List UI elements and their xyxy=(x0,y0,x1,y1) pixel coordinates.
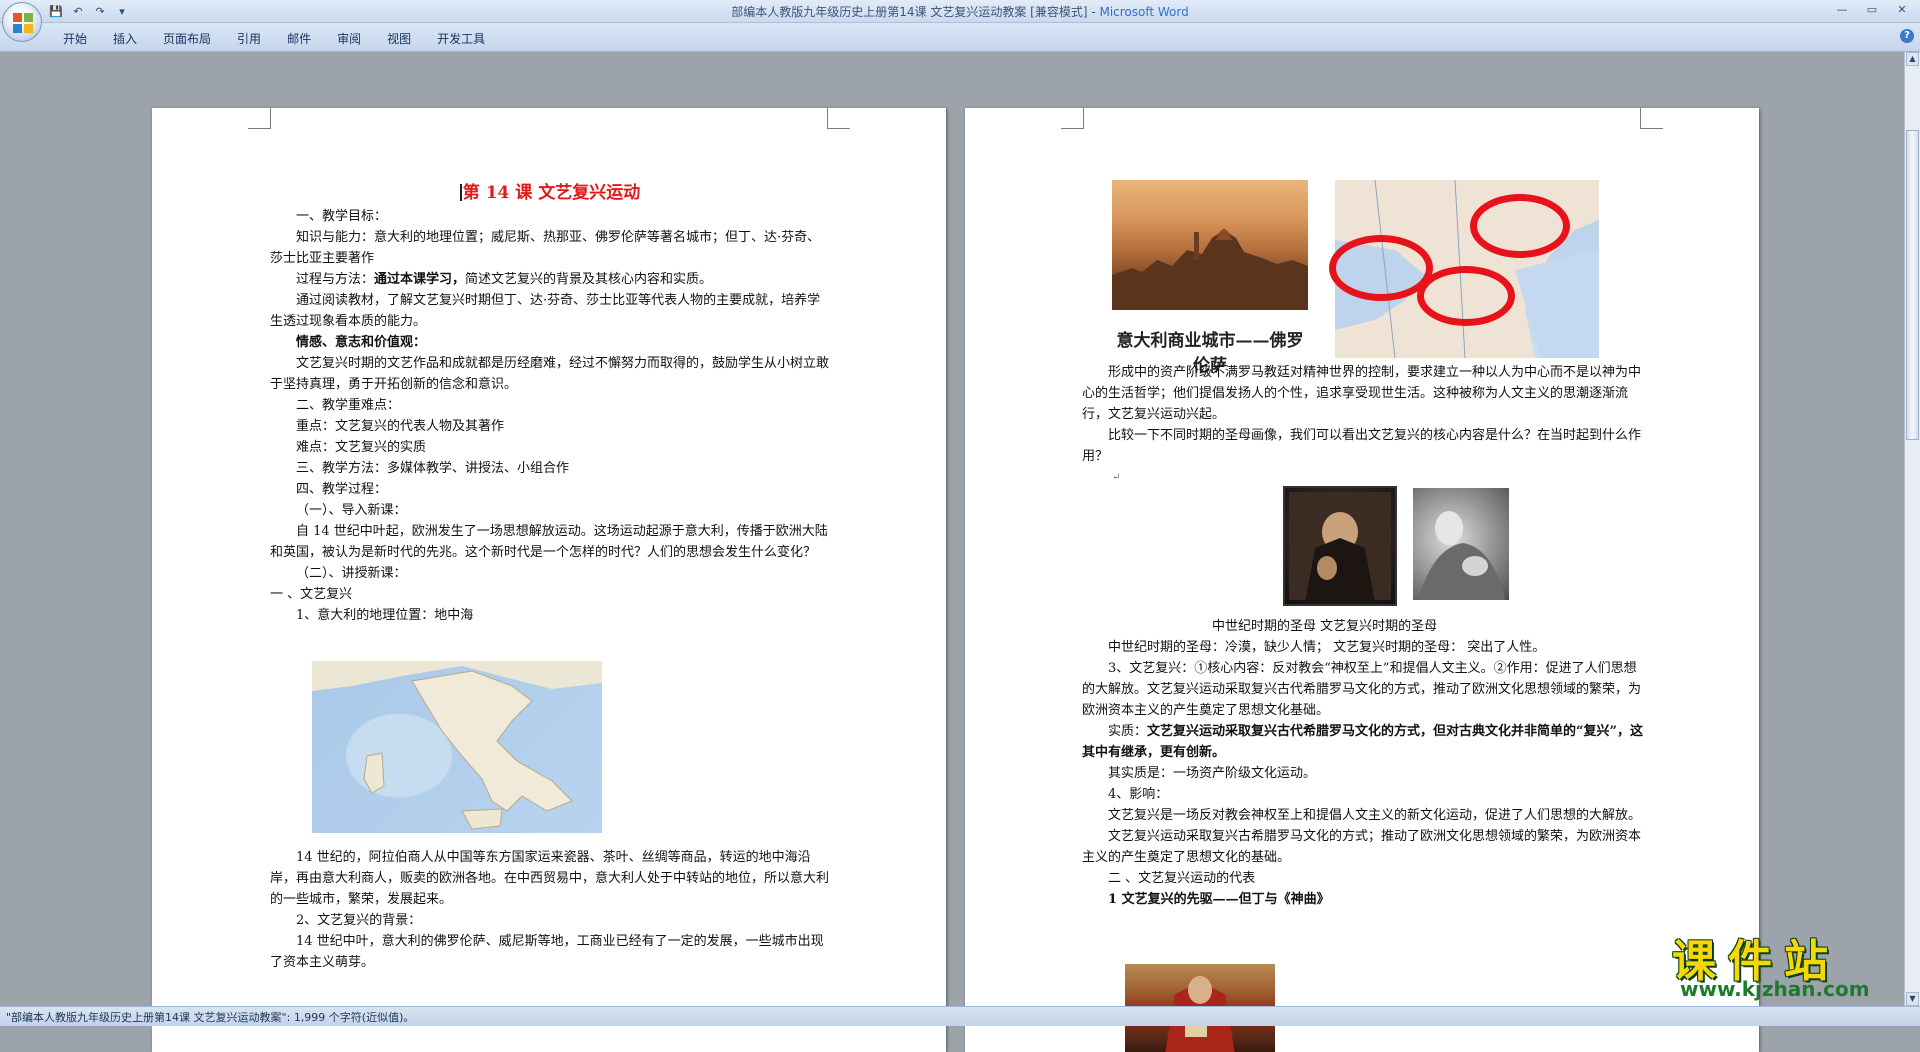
paragraph: 形成中的资产阶级不满罗马教廷对精神世界的控制，要求建立一种以人为中心而不是以神为… xyxy=(1082,365,1642,422)
office-button[interactable] xyxy=(2,2,42,42)
paragraph: （二）、讲授新课： xyxy=(296,566,407,581)
paragraph: 文艺复兴时期的文艺作品和成就都是历经磨难，经过不懈努力而取得的，鼓励学生从小树立… xyxy=(270,356,830,392)
crop-mark xyxy=(1061,108,1084,129)
watermark-url: www.kjzhan.com xyxy=(1680,977,1870,1001)
tab-references[interactable]: 引用 xyxy=(224,27,274,50)
florence-skyline xyxy=(1112,229,1308,310)
document-workspace: 第 14 课 文艺复兴运动 一、教学目标： 知识与能力：意大利的地理位置；威尼斯… xyxy=(0,52,1905,1052)
paragraph: 通过阅读教材，了解文艺复兴时期但丁、达·芬奇、莎士比亚等代表人物的主要成就，培养… xyxy=(270,293,821,329)
paragraph: 过程与方法：通过本课学习，简述文艺复兴的背景及其核心内容和实质。 xyxy=(270,269,830,290)
tab-page-layout[interactable]: 页面布局 xyxy=(150,27,224,50)
office-logo-icon xyxy=(13,13,33,33)
help-icon[interactable]: ? xyxy=(1900,29,1914,43)
tab-review[interactable]: 审阅 xyxy=(324,27,374,50)
label-text: 过程与方法： xyxy=(296,272,375,287)
paragraph: 文艺复兴运动采取复兴古希腊罗马文化的方式；推动了欧洲文化思想领域的繁荣，为欧洲资… xyxy=(1082,829,1642,865)
title-bar: 💾 ↶ ↷ ▾ 部编本人教版九年级历史上册第14课 文艺复兴运动教案 [兼容模式… xyxy=(0,0,1920,23)
window-controls: — ▭ ✕ xyxy=(1828,2,1916,18)
document-page-right[interactable]: 意大利商业城市——佛罗伦萨 形成中的资产阶级不满罗马教廷对精神世界的控制，要求建… xyxy=(965,108,1759,1052)
scroll-up-button[interactable]: ▲ xyxy=(1906,52,1919,66)
status-bar: "部编本人教版九年级历史上册第14课 文艺复兴运动教案": 1,999 个字符(… xyxy=(0,1006,1920,1026)
paragraph-text: 简述文艺复兴的背景及其核心内容和实质。 xyxy=(465,272,713,287)
close-button[interactable]: ✕ xyxy=(1888,2,1916,18)
florence-figure: 意大利商业城市——佛罗伦萨 xyxy=(1112,180,1312,376)
paragraph: 四、教学过程： xyxy=(296,482,388,497)
crop-mark xyxy=(1640,108,1663,129)
paragraph: 知识与能力：意大利的地理位置；威尼斯、热那亚、佛罗伦萨等著名城市；但丁、达·芬奇… xyxy=(270,230,821,266)
paragraph: 二、教学重难点： xyxy=(296,398,401,413)
right-page-text: 形成中的资产阶级不满罗马教廷对精神世界的控制，要求建立一种以人为中心而不是以神为… xyxy=(1082,362,1647,488)
paragraph: 一 、文艺复兴 xyxy=(270,587,353,602)
highlight-circle xyxy=(1470,194,1570,258)
document-title: 部编本人教版九年级历史上册第14课 文艺复兴运动教案 [兼容模式] - xyxy=(731,5,1100,19)
northern-italy-map-image xyxy=(1329,179,1599,359)
paragraph: 文艺复兴是一场反对教会神权至上和提倡人文主义的新文化运动，促进了人们思想的大解放… xyxy=(1108,808,1642,823)
medieval-madonna-image xyxy=(1283,486,1397,606)
minimize-button[interactable]: — xyxy=(1828,2,1856,18)
paragraph: 难点：文艺复兴的实质 xyxy=(296,440,427,455)
tab-mailings[interactable]: 邮件 xyxy=(274,27,324,50)
paragraph: 重点：文艺复兴的代表人物及其著作 xyxy=(296,419,505,434)
paragraph: 4、影响： xyxy=(1108,787,1169,802)
crop-mark xyxy=(827,108,850,129)
paragraph: 3、文艺复兴：①核心内容：反对教会“神权至上”和提倡人文主义。②作用：促进了人们… xyxy=(1082,661,1642,718)
renaissance-madonna-image xyxy=(1413,488,1509,600)
paragraph-mark: ↵ xyxy=(1112,472,1121,483)
italy-map-image xyxy=(312,661,602,833)
paragraph: （一）、导入新课： xyxy=(296,503,407,518)
medieval-madonna-drawing xyxy=(1289,492,1391,603)
label-text: 实质： xyxy=(1108,724,1148,739)
paragraph: 实质：文艺复兴运动采取复兴古代希腊罗马文化的方式，但对古典文化并非简单的“复兴”… xyxy=(1082,721,1647,763)
paragraph: 一、教学目标： xyxy=(296,209,388,224)
right-page-text-lower: 中世纪时期的圣母 文艺复兴时期的圣母 中世纪时期的圣母：冷漠，缺少人情； 文艺复… xyxy=(1082,616,1647,910)
paragraph: 情感、意志和价值观： xyxy=(296,335,427,350)
text-cursor xyxy=(459,184,462,201)
crop-mark xyxy=(248,108,271,129)
paragraph: 比较一下不同时期的圣母画像，我们可以看出文艺复兴的核心内容是什么？在当时起到什么… xyxy=(1082,428,1642,464)
ribbon-tabs: 开始 插入 页面布局 引用 邮件 审阅 视图 开发工具 ? xyxy=(0,23,1920,52)
tab-view[interactable]: 视图 xyxy=(374,27,424,50)
paragraph: 自 14 世纪中叶起，欧洲发生了一场思想解放运动。这场运动起源于意大利，传播于欧… xyxy=(270,524,828,560)
paragraph: 2、文艺复兴的背景： xyxy=(296,913,422,928)
vertical-scrollbar[interactable]: ▲ ▼ xyxy=(1904,52,1920,1006)
renaissance-madonna-drawing xyxy=(1418,511,1505,600)
bold-text: 通过本课学习， xyxy=(374,272,466,287)
left-page-text: 第 14 课 文艺复兴运动 一、教学目标： 知识与能力：意大利的地理位置；威尼斯… xyxy=(270,180,830,626)
left-page-text-continued: 14 世纪的，阿拉伯商人从中国等东方国家运来瓷器、茶叶、丝绸等商品，转运的地中海… xyxy=(270,847,830,973)
paragraph: 1、意大利的地理位置：地中海 xyxy=(296,608,474,623)
paragraph: 14 世纪中叶，意大利的佛罗伦萨、威尼斯等地，工商业已经有了一定的发展，一些城市… xyxy=(270,934,824,970)
paragraph: 14 世纪的，阿拉伯商人从中国等东方国家运来瓷器、茶叶、丝绸等商品，转运的地中海… xyxy=(270,850,830,907)
florence-photo xyxy=(1112,180,1308,310)
image-caption: 中世纪时期的圣母 文艺复兴时期的圣母 xyxy=(1212,619,1438,634)
heading-text: 第 14 课 文艺复兴运动 xyxy=(462,183,641,203)
scrollbar-thumb[interactable] xyxy=(1906,130,1919,440)
tab-home[interactable]: 开始 xyxy=(50,27,100,50)
app-name: Microsoft Word xyxy=(1099,5,1189,19)
tab-insert[interactable]: 插入 xyxy=(100,27,150,50)
maximize-button[interactable]: ▭ xyxy=(1858,2,1886,18)
paragraph: 三、教学方法：多媒体教学、讲授法、小组合作 xyxy=(296,461,570,476)
paragraph: 二 、文艺复兴运动的代表 xyxy=(1108,871,1256,886)
paragraph: 1 文艺复兴的先驱——但丁与《神曲》 xyxy=(1108,892,1330,907)
status-text: "部编本人教版九年级历史上册第14课 文艺复兴运动教案": 1,999 个字符(… xyxy=(6,1011,415,1024)
window-title: 部编本人教版九年级历史上册第14课 文艺复兴运动教案 [兼容模式] - Micr… xyxy=(0,3,1920,20)
italy-map-drawing xyxy=(312,661,602,830)
lesson-heading: 第 14 课 文艺复兴运动 xyxy=(270,180,830,206)
kjzhan-watermark: 课件站 www.kjzhan.com xyxy=(1650,925,1910,1005)
paragraph: 中世纪时期的圣母：冷漠，缺少人情； 文艺复兴时期的圣母： 突出了人性。 xyxy=(1108,640,1546,655)
highlight-circle xyxy=(1417,266,1515,326)
paragraph: 其实质是：一场资产阶级文化运动。 xyxy=(1108,766,1317,781)
bold-text: 文艺复兴运动采取复兴古代希腊罗马文化的方式，但对古典文化并非简单的“复兴”，这其… xyxy=(1082,724,1643,760)
tab-developer[interactable]: 开发工具 xyxy=(424,27,498,50)
